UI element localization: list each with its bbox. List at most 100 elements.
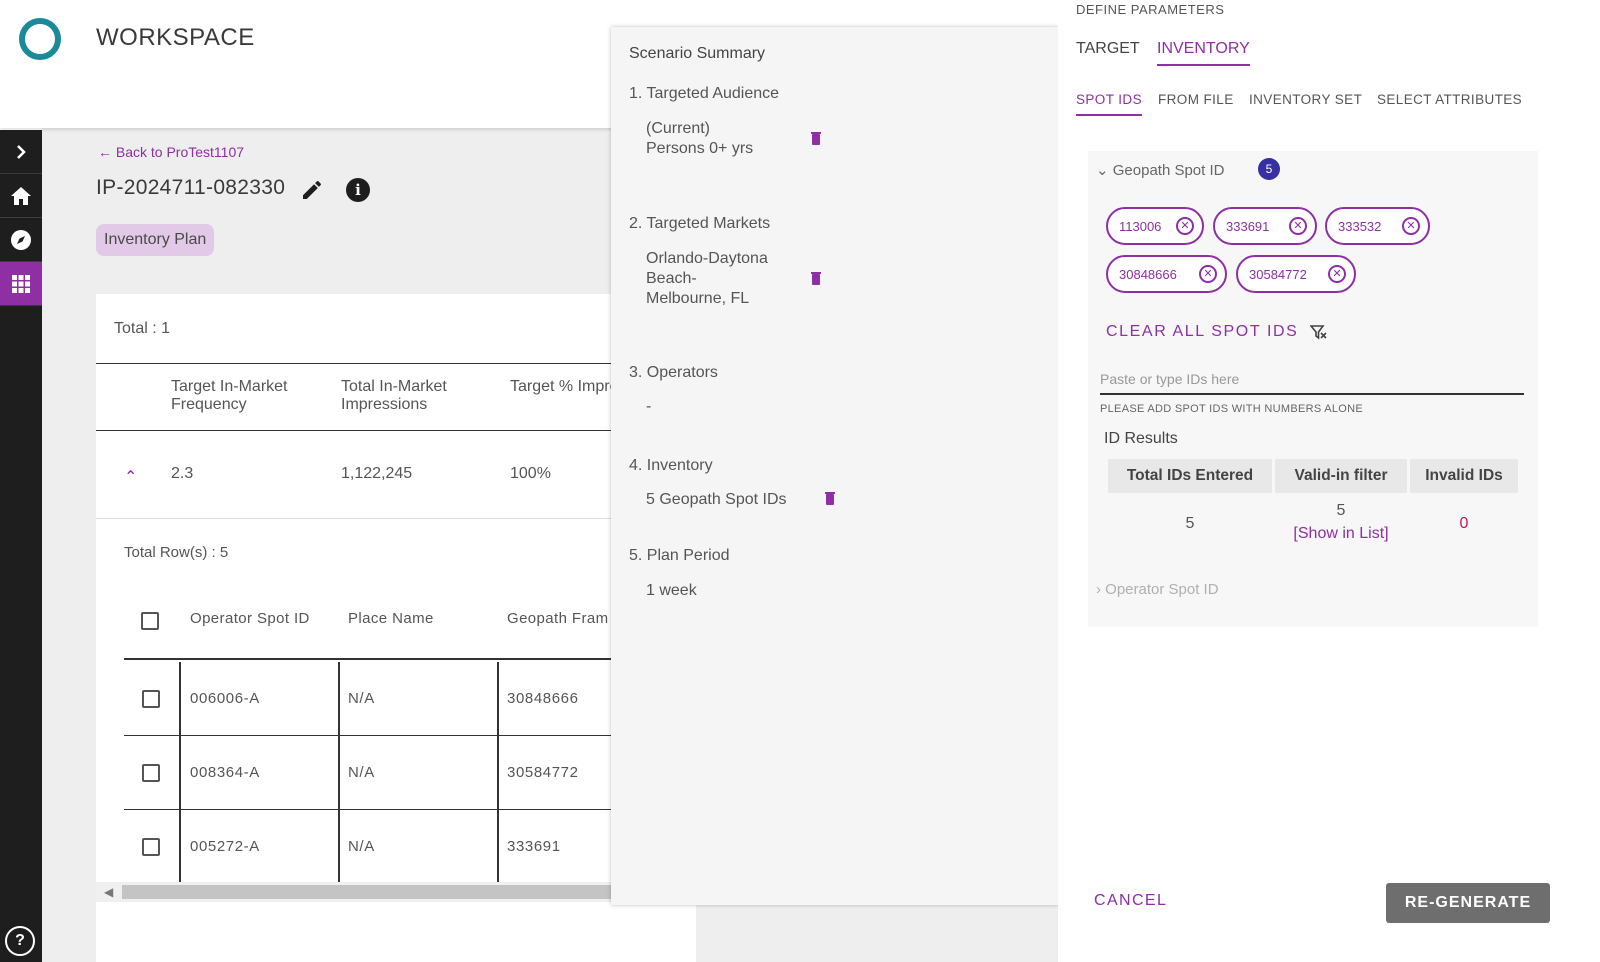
summary-period-heading: 5. Plan Period [629, 547, 730, 564]
geopath-spot-id-group[interactable]: ⌄ Geopath Spot ID [1096, 161, 1225, 179]
col-header-operator-spot-id[interactable]: Operator Spot ID [190, 610, 310, 627]
delete-audience-icon[interactable] [811, 132, 821, 145]
results-invalid-value: 0 [1459, 515, 1469, 532]
input-hint: PLEASE ADD SPOT IDS WITH NUMBERS ALONE [1100, 403, 1364, 415]
cell-frequency: 2.3 [171, 465, 194, 482]
app-logo[interactable] [19, 18, 61, 60]
cell-operator-spot-id: 008364-A [190, 764, 260, 781]
chevron-up-icon[interactable]: ⌃ [124, 467, 137, 487]
chevron-right-icon [17, 144, 26, 159]
row-checkbox[interactable] [142, 838, 160, 856]
arrow-left-icon: ← [98, 144, 112, 160]
operator-spot-id-group[interactable]: › Operator Spot ID [1096, 581, 1219, 598]
cell-operator-spot-id: 006006-A [190, 690, 260, 707]
clear-filter-icon [1309, 324, 1328, 340]
info-icon[interactable]: i [346, 178, 370, 202]
spot-id-input[interactable] [1100, 365, 1524, 395]
results-valid-value: 5 [1336, 502, 1346, 519]
spot-id-chip: 113006 ✕ [1106, 207, 1204, 245]
show-in-list-link[interactable]: [Show in List] [1275, 525, 1407, 543]
summary-markets-heading: 2. Targeted Markets [629, 215, 771, 232]
spot-id-chip: 30584772 ✕ [1236, 255, 1356, 293]
results-total-value: 5 [1185, 515, 1195, 532]
col-header-impressions[interactable]: Total In-Market Impressions [341, 378, 491, 414]
help-icon[interactable]: ? [5, 926, 35, 956]
cell-place-name: N/A [348, 838, 375, 855]
remove-chip-icon[interactable]: ✕ [1402, 217, 1420, 235]
total-count: Total : 1 [114, 320, 171, 337]
clear-all-button[interactable]: CLEAR ALL SPOT IDS [1106, 323, 1328, 341]
summary-audience-heading: 1. Targeted Audience [629, 85, 780, 102]
col-header-place-name[interactable]: Place Name [348, 610, 434, 627]
grid-icon [12, 274, 30, 293]
results-table-header: Target In-Market Frequency Total In-Mark… [96, 363, 696, 431]
plan-id-title: IP-2024711-082330 [96, 176, 286, 199]
cell-operator-spot-id: 005272-A [190, 838, 260, 855]
summary-markets-value: Orlando-Daytona Beach- Melbourne, FL [646, 250, 768, 307]
subtab-inventory-set[interactable]: INVENTORY SET [1249, 92, 1362, 114]
tab-inventory[interactable]: INVENTORY [1157, 40, 1250, 66]
summary-title: Scenario Summary [629, 45, 766, 62]
chevron-right-icon: › [1096, 581, 1101, 598]
scroll-left-icon[interactable]: ◀ [104, 885, 113, 899]
id-results-title: ID Results [1104, 430, 1178, 447]
subtab-from-file[interactable]: FROM FILE [1158, 92, 1234, 114]
spot-id-panel: ⌄ Geopath Spot ID 5 113006 ✕ 333691 ✕ 33… [1088, 151, 1538, 627]
workspace-title: WORKSPACE [96, 24, 255, 51]
summary-operators-heading: 3. Operators [629, 364, 718, 381]
col-header-frequency[interactable]: Target In-Market Frequency [171, 378, 321, 414]
remove-chip-icon[interactable]: ✕ [1176, 217, 1194, 235]
summary-inventory-heading: 4. Inventory [629, 457, 713, 474]
chevron-down-icon: ⌄ [1096, 162, 1109, 179]
remove-chip-icon[interactable]: ✕ [1328, 265, 1346, 283]
pencil-icon[interactable] [300, 178, 324, 202]
back-link[interactable]: ← Back to ProTest1107 [98, 144, 244, 160]
home-button[interactable] [0, 174, 42, 218]
explore-button[interactable] [0, 218, 42, 262]
remove-chip-icon[interactable]: ✕ [1289, 217, 1307, 235]
cell-place-name: N/A [348, 690, 375, 707]
cell-geopath-frame: 333691 [507, 838, 561, 855]
horizontal-scrollbar[interactable]: ◀ [96, 882, 702, 902]
plan-type-chip: Inventory Plan [96, 224, 215, 256]
row-checkbox[interactable] [142, 764, 160, 782]
cell-place-name: N/A [348, 764, 375, 781]
workspace-button[interactable] [0, 262, 42, 306]
delete-inventory-icon[interactable] [825, 492, 835, 505]
row-checkbox[interactable] [142, 690, 160, 708]
scenario-summary-panel: Scenario Summary 1. Targeted Audience (C… [611, 27, 1059, 905]
summary-operators-value: - [646, 398, 652, 415]
regenerate-button[interactable]: RE-GENERATE [1386, 883, 1550, 923]
summary-inventory-value: 5 Geopath Spot IDs [646, 491, 787, 508]
expand-nav-button[interactable] [0, 130, 42, 174]
results-header-total: Total IDs Entered [1108, 459, 1272, 493]
cell-geopath-frame: 30584772 [507, 764, 579, 781]
count-badge: 5 [1258, 158, 1280, 180]
subtab-select-attributes[interactable]: SELECT ATTRIBUTES [1377, 92, 1522, 114]
subtab-spot-ids[interactable]: SPOT IDS [1076, 92, 1142, 116]
col-header-geopath-frame[interactable]: Geopath Fram [507, 610, 609, 627]
summary-period-value: 1 week [646, 582, 697, 599]
select-all-checkbox[interactable] [141, 612, 159, 630]
remove-chip-icon[interactable]: ✕ [1199, 265, 1217, 283]
panel-title: DEFINE PARAMETERS [1076, 2, 1225, 17]
cell-impressions: 1,122,245 [341, 465, 413, 482]
tab-target[interactable]: TARGET [1076, 40, 1140, 64]
total-rows-count: Total Row(s) : 5 [124, 544, 229, 561]
spot-id-chip: 30848666 ✕ [1106, 255, 1227, 293]
plan-results-card: Total : 1 Target In-Market Frequency Tot… [96, 294, 702, 962]
left-nav-rail: ? [0, 130, 42, 962]
table-row: ⌃ 2.3 1,122,245 100% [96, 431, 696, 519]
cell-target-pct: 100% [510, 465, 551, 482]
cell-geopath-frame: 30848666 [507, 690, 579, 707]
define-parameters-panel: DEFINE PARAMETERS TARGET INVENTORY SPOT … [1058, 0, 1600, 962]
home-icon [11, 186, 31, 205]
summary-audience-value: (Current) Persons 0+ yrs [646, 120, 754, 157]
results-header-valid: Valid-in filter [1275, 459, 1407, 493]
spot-id-chip: 333532 ✕ [1325, 207, 1430, 245]
spot-id-chip: 333691 ✕ [1213, 207, 1317, 245]
delete-markets-icon[interactable] [811, 272, 821, 285]
results-header-invalid: Invalid IDs [1410, 459, 1518, 493]
cancel-button[interactable]: CANCEL [1094, 892, 1167, 910]
compass-icon [11, 229, 31, 250]
